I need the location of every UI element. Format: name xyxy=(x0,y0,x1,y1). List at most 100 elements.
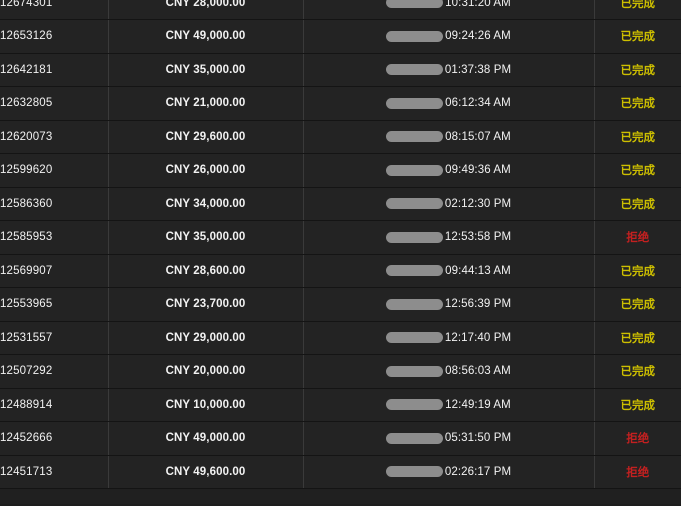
transaction-id-cell: 12531557 xyxy=(0,321,109,355)
transaction-id-cell: 12569907 xyxy=(0,254,109,288)
status-cell: 已完成 xyxy=(594,0,681,20)
timestamp-cell: 08:15:07 AM xyxy=(303,120,595,154)
redacted-date-mask xyxy=(385,432,443,444)
timestamp-cell: 12:53:58 PM xyxy=(303,220,595,255)
amount-cell: CNY 26,000.00 xyxy=(108,153,304,188)
transaction-id-cell: 12599620 xyxy=(0,153,109,188)
timestamp-cell: 12:56:39 PM xyxy=(303,287,595,322)
timestamp-inner: 09:44:13 AM xyxy=(304,265,594,277)
status-badge: 已完成 xyxy=(620,0,656,10)
amount-cell: CNY 10,000.00 xyxy=(108,388,304,422)
status-badge: 拒绝 xyxy=(626,433,650,446)
timestamp-inner: 08:15:07 AM xyxy=(304,131,594,143)
table-row[interactable]: 12653126 CNY 49,000.00 09:24:26 AM 已完成 xyxy=(0,19,681,54)
status-cell: 已完成 xyxy=(594,19,681,54)
status-badge: 已完成 xyxy=(620,399,656,412)
timestamp-inner: 02:26:17 PM xyxy=(304,466,594,478)
timestamp-cell: 02:12:30 PM xyxy=(303,187,595,221)
status-cell: 已完成 xyxy=(594,153,681,188)
redacted-date-mask xyxy=(385,198,443,210)
timestamp-inner: 12:17:40 PM xyxy=(304,332,594,344)
timestamp-text: 09:44:13 AM xyxy=(445,264,511,277)
table-row[interactable]: 12452666 CNY 49,000.00 05:31:50 PM 拒绝 xyxy=(0,421,681,456)
table-row[interactable]: 12585953 CNY 35,000.00 12:53:58 PM 拒绝 xyxy=(0,220,681,255)
redacted-date-mask xyxy=(386,164,444,176)
status-cell: 已完成 xyxy=(594,354,681,389)
status-badge: 已完成 xyxy=(620,332,656,345)
status-cell: 拒绝 xyxy=(594,220,681,255)
timestamp-cell: 05:31:50 PM xyxy=(303,421,595,456)
timestamp-cell: 08:56:03 AM xyxy=(303,354,595,389)
status-badge: 已完成 xyxy=(620,165,656,178)
timestamp-inner: 05:31:50 PM xyxy=(304,432,594,444)
transaction-id-cell: 12632805 xyxy=(0,86,109,121)
status-cell: 已完成 xyxy=(594,120,681,154)
timestamp-cell: 09:24:26 AM xyxy=(303,19,595,54)
redacted-date-mask xyxy=(386,97,444,109)
amount-cell: CNY 28,000.00 xyxy=(108,0,304,20)
amount-cell: CNY 49,000.00 xyxy=(108,421,304,456)
timestamp-text: 02:26:17 PM xyxy=(444,465,512,478)
transaction-id-cell: 12585953 xyxy=(0,220,109,255)
table-row[interactable]: 12632805 CNY 21,000.00 06:12:34 AM 已完成 xyxy=(0,86,681,121)
amount-cell: CNY 23,700.00 xyxy=(108,287,304,322)
transaction-table-container: 12674301 CNY 28,000.00 10:31:20 AM 已完成 12653… xyxy=(0,0,681,506)
transaction-id-cell: 12620073 xyxy=(0,120,109,154)
timestamp-text: 12:56:39 PM xyxy=(444,298,512,311)
status-badge: 已完成 xyxy=(620,198,656,211)
table-row[interactable]: 12507292 CNY 20,000.00 08:56:03 AM 已完成 xyxy=(0,354,681,389)
timestamp-text: 08:56:03 AM xyxy=(445,365,511,378)
timestamp-text: 12:49:19 AM xyxy=(445,398,511,411)
amount-cell: CNY 49,600.00 xyxy=(108,455,304,489)
table-row[interactable]: 12599620 CNY 26,000.00 09:49:36 AM 已完成 xyxy=(0,153,681,188)
table-row[interactable]: 12488914 CNY 10,000.00 12:49:19 AM 已完成 xyxy=(0,388,681,422)
timestamp-cell: 12:49:19 AM xyxy=(303,388,595,422)
status-badge: 已完成 xyxy=(620,299,656,312)
timestamp-text: 01:37:38 PM xyxy=(444,63,512,76)
table-row[interactable]: 12531557 CNY 29,000.00 12:17:40 PM 已完成 xyxy=(0,321,681,355)
timestamp-inner: 06:12:34 AM xyxy=(304,97,594,109)
transaction-table-body: 12674301 CNY 28,000.00 10:31:20 AM 已完成 12653… xyxy=(0,0,681,489)
timestamp-inner: 09:49:36 AM xyxy=(304,164,594,176)
timestamp-text: 02:12:30 PM xyxy=(444,197,512,210)
redacted-date-mask xyxy=(386,0,444,8)
redacted-date-mask xyxy=(386,30,444,42)
timestamp-text: 06:12:34 AM xyxy=(445,97,511,110)
status-cell: 已完成 xyxy=(594,321,681,355)
table-row[interactable]: 12586360 CNY 34,000.00 02:12:30 PM 已完成 xyxy=(0,187,681,221)
redacted-date-mask xyxy=(385,466,443,478)
table-row[interactable]: 12642181 CNY 35,000.00 01:37:38 PM 已完成 xyxy=(0,53,681,87)
status-cell: 已完成 xyxy=(594,187,681,221)
table-row[interactable]: 12553965 CNY 23,700.00 12:56:39 PM 已完成 xyxy=(0,287,681,322)
timestamp-inner: 02:12:30 PM xyxy=(304,198,594,210)
redacted-date-mask xyxy=(385,64,443,76)
status-badge: 已完成 xyxy=(620,64,656,77)
timestamp-cell: 02:26:17 PM xyxy=(303,455,595,489)
status-cell: 已完成 xyxy=(594,53,681,87)
transaction-id-cell: 12674301 xyxy=(0,0,109,20)
timestamp-text: 09:24:26 AM xyxy=(445,30,511,43)
table-row[interactable]: 12451713 CNY 49,600.00 02:26:17 PM 拒绝 xyxy=(0,455,681,489)
timestamp-cell: 09:44:13 AM xyxy=(303,254,595,288)
amount-cell: CNY 49,000.00 xyxy=(108,19,304,54)
timestamp-cell: 09:49:36 AM xyxy=(303,153,595,188)
transaction-id-cell: 12653126 xyxy=(0,19,109,54)
timestamp-inner: 01:37:38 PM xyxy=(304,64,594,76)
amount-cell: CNY 34,000.00 xyxy=(108,187,304,221)
redacted-date-mask xyxy=(386,265,444,277)
timestamp-inner: 12:53:58 PM xyxy=(304,231,594,243)
timestamp-text: 12:53:58 PM xyxy=(444,231,512,244)
transaction-id-cell: 12586360 xyxy=(0,187,109,221)
status-badge: 已完成 xyxy=(620,265,656,278)
transaction-id-cell: 12451713 xyxy=(0,455,109,489)
status-cell: 拒绝 xyxy=(594,421,681,456)
redacted-date-mask xyxy=(385,231,443,243)
status-cell: 拒绝 xyxy=(594,455,681,489)
transaction-id-cell: 12507292 xyxy=(0,354,109,389)
table-row[interactable]: 12620073 CNY 29,600.00 08:15:07 AM 已完成 xyxy=(0,120,681,154)
transaction-id-cell: 12488914 xyxy=(0,388,109,422)
timestamp-text: 10:31:20 AM xyxy=(445,0,511,9)
table-row[interactable]: 12674301 CNY 28,000.00 10:31:20 AM 已完成 xyxy=(0,0,681,20)
amount-cell: CNY 35,000.00 xyxy=(108,53,304,87)
table-row[interactable]: 12569907 CNY 28,600.00 09:44:13 AM 已完成 xyxy=(0,254,681,288)
